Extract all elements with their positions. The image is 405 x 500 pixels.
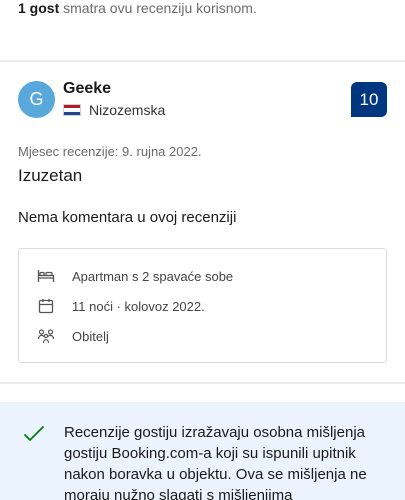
review-disclaimer: Recenzije gostiju izražavaju osobna mišl… xyxy=(0,402,405,500)
country-label: Nizozemska xyxy=(89,102,166,118)
bed-icon xyxy=(37,268,55,284)
review-score-badge: 10 xyxy=(351,82,387,117)
helpful-count: 1 gost xyxy=(18,0,60,16)
disclaimer-text: Recenzije gostiju izražavaju osobna mišl… xyxy=(64,424,367,500)
review-comment: Nema komentara u ovoj recenziji xyxy=(18,209,237,226)
stay-dates-row: 11 noći · kolovoz 2022. xyxy=(37,298,205,314)
traveler-type-text: Obitelj xyxy=(72,328,109,344)
reviewer-name: Geeke xyxy=(63,80,112,97)
room-type-text: Apartman s 2 spavaće sobe xyxy=(72,268,234,284)
stay-dates-text: 11 noći · kolovoz 2022. xyxy=(72,298,205,314)
helpful-text: smatra ovu recenziju korisnom. xyxy=(59,0,257,16)
avatar: G xyxy=(18,81,55,118)
traveler-type-row: Obitelj xyxy=(37,328,109,344)
netherlands-flag-icon xyxy=(63,104,81,116)
family-icon xyxy=(37,328,55,344)
stay-info-box: Apartman s 2 spavaće sobe 11 noći · kolo… xyxy=(18,248,387,363)
review-title: Izuzetan xyxy=(18,166,83,185)
divider xyxy=(0,382,405,384)
reviewer-country: Nizozemska xyxy=(63,102,165,118)
checkmark-icon xyxy=(22,424,46,444)
helpful-count-text: 1 gost smatra ovu recenziju korisnom. xyxy=(18,0,257,16)
room-type-row: Apartman s 2 spavaće sobe xyxy=(37,268,233,284)
divider xyxy=(0,60,405,62)
review-date: Mjesec recenzije: 9. rujna 2022. xyxy=(18,144,202,159)
calendar-icon xyxy=(37,298,55,314)
